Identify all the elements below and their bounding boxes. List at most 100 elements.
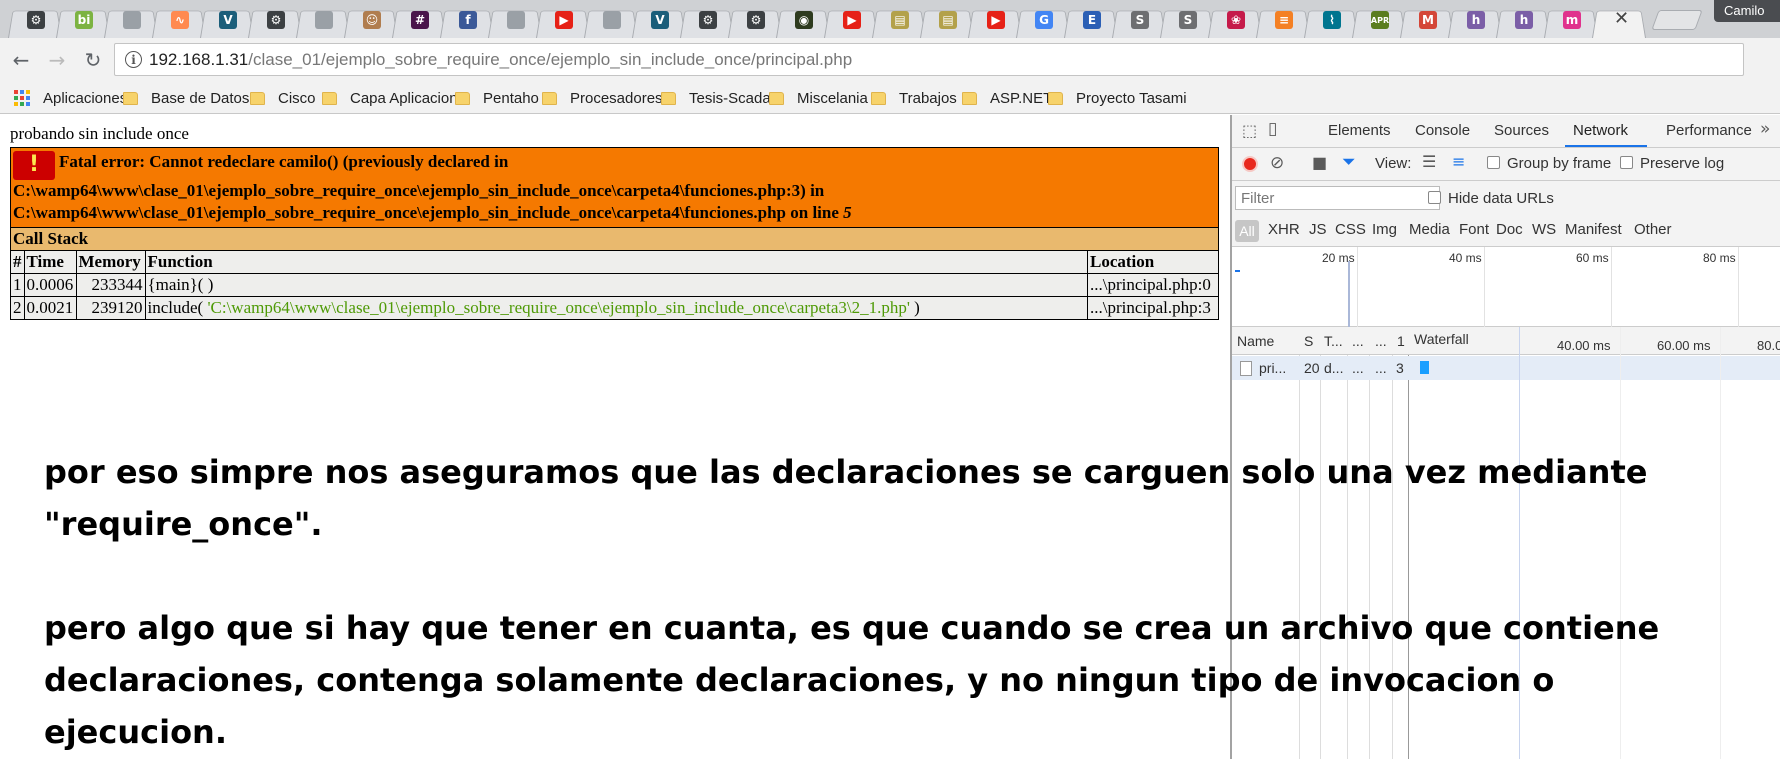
bookmark-folder[interactable]: Cisco — [250, 88, 316, 108]
bookmark-folder[interactable]: Tesis-Scada — [661, 88, 771, 108]
browser-tab[interactable]: V — [200, 4, 254, 38]
bookmark-folder[interactable]: Trabajos — [871, 88, 957, 108]
clear-icon[interactable]: ⊘ — [1270, 153, 1284, 173]
browser-tab[interactable]: ⌇ — [1304, 4, 1358, 38]
tab-sources[interactable]: Sources — [1494, 122, 1549, 139]
browser-tab[interactable] — [488, 4, 542, 38]
browser-tab[interactable] — [296, 4, 350, 38]
bookmark-folder[interactable]: Procesadores — [542, 88, 663, 108]
browser-tab[interactable]: f — [440, 4, 494, 38]
browser-tab[interactable]: ▤ — [872, 4, 926, 38]
wave-logo-icon: ∿ — [171, 11, 189, 29]
info-icon[interactable]: i — [125, 51, 142, 68]
forward-button[interactable]: → — [44, 47, 70, 73]
screenshot-camera-icon[interactable]: ■ — [1312, 153, 1327, 172]
back-button[interactable]: ← — [8, 47, 34, 73]
browser-tab[interactable] — [104, 4, 158, 38]
column-header-name[interactable]: Name — [1237, 333, 1274, 349]
type-filter-other[interactable]: Other — [1634, 221, 1672, 238]
bookmark-folder[interactable]: Capa Aplicacion — [322, 88, 458, 108]
tab-elements[interactable]: Elements — [1328, 122, 1391, 139]
bookmark-folder[interactable]: Base de Datos — [123, 88, 249, 108]
browser-tab[interactable]: ∿ — [152, 4, 206, 38]
browser-tab[interactable]: E — [1064, 4, 1118, 38]
close-tab-icon[interactable]: ✕ — [1614, 8, 1629, 29]
type-filter-font[interactable]: Font — [1459, 221, 1489, 238]
column-header-type[interactable]: T... — [1324, 333, 1343, 349]
browser-tab[interactable]: m — [1544, 4, 1598, 38]
type-filter-ws[interactable]: WS — [1532, 221, 1556, 238]
browser-tab[interactable]: ▤ — [920, 4, 974, 38]
browser-tab[interactable]: ▶ — [824, 4, 878, 38]
browser-tab[interactable]: ⚙ — [680, 4, 734, 38]
new-tab-button[interactable] — [1651, 10, 1703, 30]
browser-tab[interactable]: bi — [56, 4, 110, 38]
column-header-waterfall[interactable]: Waterfall — [1414, 331, 1469, 347]
type-filter-manifest[interactable]: Manifest — [1565, 221, 1622, 238]
call-stack-row: 1 0.0006 233344 {main}( ) ...\principal.… — [10, 273, 1219, 297]
browser-tab[interactable]: ◉ — [776, 4, 830, 38]
browser-tab[interactable]: ≡ — [1256, 4, 1310, 38]
request-row[interactable]: pri... 20 d... ... ... 3 — [1232, 356, 1780, 380]
device-toolbar-icon[interactable]: ▯ — [1268, 119, 1277, 139]
browser-tab[interactable]: V — [632, 4, 686, 38]
filter-input[interactable]: Filter — [1235, 186, 1440, 210]
browser-tab[interactable]: ▶ — [536, 4, 590, 38]
column-header-time[interactable]: 1 — [1397, 333, 1405, 349]
reload-button[interactable]: ↻ — [80, 47, 106, 73]
column-header-initiator[interactable]: ... — [1352, 333, 1364, 349]
browser-tab[interactable]: G — [1016, 4, 1070, 38]
browser-tab[interactable]: ⚙ — [8, 4, 62, 38]
bookmark-apps[interactable]: Aplicaciones — [14, 88, 127, 108]
profile-button[interactable]: Camilo — [1714, 0, 1780, 22]
browser-tab[interactable]: ⚙ — [248, 4, 302, 38]
type-filter-js[interactable]: JS — [1309, 221, 1327, 238]
inspect-element-icon[interactable]: ⬚ — [1242, 121, 1257, 140]
browser-tab[interactable] — [584, 4, 638, 38]
request-name[interactable]: pri... — [1259, 360, 1286, 376]
type-filter-media[interactable]: Media — [1409, 221, 1450, 238]
type-filter-xhr[interactable]: XHR — [1268, 221, 1300, 238]
browser-tab[interactable]: S — [1160, 4, 1214, 38]
more-tabs-icon[interactable]: » — [1760, 119, 1770, 139]
group-by-frame-checkbox[interactable] — [1487, 156, 1500, 169]
preserve-log-checkbox[interactable] — [1620, 156, 1633, 169]
preserve-log-toggle[interactable]: Preserve log — [1620, 155, 1724, 172]
active-browser-tab[interactable]: ✕ — [1592, 4, 1646, 38]
record-icon[interactable] — [1242, 156, 1258, 172]
browser-tab[interactable]: h — [1496, 4, 1550, 38]
tab-network[interactable]: Network — [1573, 122, 1628, 139]
group-by-frame-toggle[interactable]: Group by frame — [1487, 155, 1611, 172]
filter-funnel-icon[interactable]: ⏷ — [1342, 152, 1356, 172]
bookmark-folder[interactable]: ASP.NET — [962, 88, 1052, 108]
document-icon — [1240, 361, 1252, 376]
bookmark-folder[interactable]: Proyecto Tasami — [1048, 88, 1187, 108]
error-badge-icon: ! — [13, 151, 55, 180]
large-rows-icon[interactable]: ☰ — [1422, 152, 1436, 171]
browser-tab[interactable]: ▶ — [968, 4, 1022, 38]
network-overview-timeline[interactable]: 20 ms 40 ms 60 ms 80 ms — [1232, 247, 1780, 327]
tab-console[interactable]: Console — [1415, 122, 1470, 139]
browser-tab[interactable]: APR — [1352, 4, 1406, 38]
folder-icon — [1048, 91, 1063, 105]
hide-data-urls-toggle[interactable]: Hide data URLs — [1428, 190, 1554, 207]
address-bar[interactable]: i 192.168.1.31/clase_01/ejemplo_sobre_re… — [114, 43, 1744, 76]
column-header-status[interactable]: S — [1304, 333, 1313, 349]
column-header-size[interactable]: ... — [1375, 333, 1387, 349]
hide-data-urls-checkbox[interactable] — [1428, 191, 1441, 204]
bookmark-folder[interactable]: Miscelania — [769, 88, 868, 108]
type-filter-img[interactable]: Img — [1372, 221, 1397, 238]
browser-tab[interactable]: S — [1112, 4, 1166, 38]
type-filter-doc[interactable]: Doc — [1496, 221, 1523, 238]
bookmark-folder[interactable]: Pentaho — [455, 88, 539, 108]
type-filter-all[interactable]: All — [1235, 220, 1259, 242]
waterfall-view-icon[interactable]: ≡ — [1452, 152, 1465, 171]
browser-tab[interactable]: M — [1400, 4, 1454, 38]
type-filter-css[interactable]: CSS — [1335, 221, 1366, 238]
browser-tab[interactable]: ⚙ — [728, 4, 782, 38]
tab-performance[interactable]: Performance — [1666, 122, 1752, 139]
browser-tab[interactable]: ❀ — [1208, 4, 1262, 38]
browser-tab[interactable]: h — [1448, 4, 1502, 38]
browser-tab[interactable]: # — [392, 4, 446, 38]
browser-tab[interactable]: ☺ — [344, 4, 398, 38]
